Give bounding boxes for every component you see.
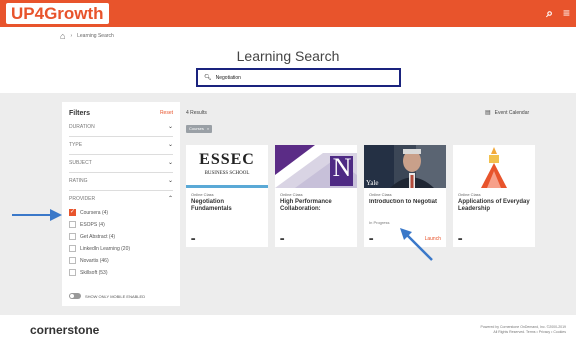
facet-label: Type [69, 141, 83, 148]
yale-wordmark: Yale [366, 179, 379, 187]
footer: cornerstone Powered by Cornerstone OnDem… [0, 315, 576, 345]
calendar-icon: ▤ [485, 110, 491, 116]
option-label: LinkedIn Learning (20) [80, 245, 131, 252]
toggle-label: Show only mobile enabled [85, 293, 146, 299]
facet-provider[interactable]: Provider ⌃ [69, 193, 173, 204]
course-card[interactable]: Online Class Applications of Everyday Le… [453, 145, 535, 247]
facet-label: Rating [69, 177, 88, 184]
breadcrumb: ⌂ › Learning Search [60, 31, 114, 41]
course-thumbnail[interactable]: ESSEC BUSINESS SCHOOL [186, 145, 268, 188]
breadcrumb-separator-icon: › [70, 33, 73, 39]
search-input[interactable] [215, 74, 386, 81]
footer-line2[interactable]: All Rights Reserved. Terms • Privacy • C… [481, 330, 566, 335]
option-label: Skillsoft (53) [80, 269, 108, 276]
page-title: Learning Search [236, 48, 340, 64]
top-bar: UP4Growth ⌕ ≡ [0, 0, 576, 27]
more-options-icon[interactable]: ••• [369, 237, 373, 243]
divider [69, 172, 173, 173]
close-icon[interactable]: × [207, 125, 209, 133]
course-card[interactable]: ESSEC BUSINESS SCHOOL Online Class Negot… [186, 145, 268, 247]
search-box[interactable]: 🔍︎ [196, 68, 401, 87]
checkbox[interactable] [69, 221, 76, 228]
breadcrumb-current: Learning Search [77, 33, 114, 39]
search-icon[interactable]: ⌕ [546, 6, 553, 20]
top-icons: ⌕ ≡ [546, 6, 570, 20]
provider-option[interactable]: Skillsoft (53) [69, 269, 108, 276]
provider-option[interactable]: Novartis (46) [69, 257, 109, 264]
option-label: Get Abstract (4) [80, 233, 116, 240]
course-card[interactable]: N Online Class High Performance Collabor… [275, 145, 357, 247]
option-label: Novartis (46) [80, 257, 109, 264]
course-thumbnail[interactable]: N [275, 145, 357, 188]
course-title[interactable]: Negotiation Fundamentals [191, 199, 265, 213]
search-icon: 🔍︎ [204, 75, 212, 81]
thumb-accent-bar [186, 185, 268, 188]
course-type: Online Class [280, 192, 303, 197]
course-title[interactable]: High Performance Collaboration: [280, 199, 354, 213]
cornerstone-logo: cornerstone [30, 323, 100, 337]
facet-label: Duration [69, 123, 95, 130]
footer-text: Powered by Cornerstone OnDemand, Inc. ©2… [481, 325, 566, 335]
course-thumbnail[interactable]: Yale [364, 145, 446, 188]
event-calendar-link[interactable]: ▤ Event Calendar [485, 109, 530, 117]
facet-label: Subject [69, 159, 92, 166]
divider [69, 190, 173, 191]
menu-icon[interactable]: ≡ [563, 6, 570, 20]
event-calendar-label: Event Calendar [494, 109, 530, 116]
checkbox[interactable] [69, 269, 76, 276]
divider [69, 154, 173, 155]
course-type: Online Class [191, 192, 214, 197]
essec-subtitle: BUSINESS SCHOOL [204, 171, 250, 176]
chip-label: Courses [189, 126, 204, 131]
course-type: Online Class [369, 192, 392, 197]
mobile-toggle-row[interactable]: Show only mobile enabled [69, 293, 145, 299]
annotation-arrow-diagonal-icon [400, 228, 433, 261]
provider-option[interactable]: Get Abstract (4) [69, 233, 115, 240]
facet-subject[interactable]: Subject ⌄ [69, 157, 173, 168]
mobile-toggle[interactable] [69, 293, 81, 299]
course-status: In Progress [369, 220, 390, 225]
chevron-down-icon: ⌄ [167, 178, 173, 184]
option-label: ESOPS (4) [80, 221, 105, 228]
annotation-arrowhead-icon [50, 209, 62, 221]
checkbox-checked[interactable] [69, 208, 76, 216]
checkbox[interactable] [69, 257, 76, 264]
course-title[interactable]: Introduction to Negotiation: A Strat [369, 199, 437, 206]
chevron-down-icon: ⌄ [167, 124, 173, 130]
chevron-down-icon: ⌄ [167, 160, 173, 166]
course-title[interactable]: Applications of Everyday Leadership [458, 199, 532, 213]
provider-option[interactable]: LinkedIn Learning (20) [69, 245, 130, 252]
facet-type[interactable]: Type ⌄ [69, 139, 173, 150]
filter-chip[interactable]: Courses × [186, 125, 213, 133]
facet-rating[interactable]: Rating ⌄ [69, 175, 173, 186]
provider-option[interactable]: ESOPS (4) [69, 221, 105, 228]
northwestern-letter: N [332, 153, 352, 182]
checkbox[interactable] [69, 233, 76, 240]
provider-option[interactable]: Coursera (4) [69, 208, 109, 216]
more-options-icon[interactable]: ••• [458, 237, 462, 243]
annotation-arrow [12, 214, 54, 216]
more-options-icon[interactable]: ••• [280, 237, 284, 243]
brand-logo[interactable]: UP4Growth [6, 3, 109, 24]
facet-duration[interactable]: Duration ⌄ [69, 121, 173, 132]
chevron-down-icon: ⌄ [167, 142, 173, 148]
more-options-icon[interactable]: ••• [191, 237, 195, 243]
results-count: 4 Results [186, 110, 207, 116]
chevron-up-icon: ⌃ [167, 196, 173, 202]
essec-logo: ESSEC [199, 151, 255, 168]
course-type: Online Class [458, 192, 481, 197]
reset-button[interactable]: Reset [160, 110, 173, 116]
home-icon[interactable]: ⌂ [60, 31, 65, 41]
leadership-thumb-art [453, 145, 535, 188]
option-label: Coursera (4) [80, 209, 109, 216]
filters-panel: Filters Reset Duration ⌄ Type ⌄ Subject … [62, 102, 180, 306]
divider [69, 136, 173, 137]
checkbox[interactable] [69, 245, 76, 252]
filters-title: Filters [69, 110, 91, 117]
facet-label: Provider [69, 195, 96, 202]
course-thumbnail[interactable] [453, 145, 535, 188]
